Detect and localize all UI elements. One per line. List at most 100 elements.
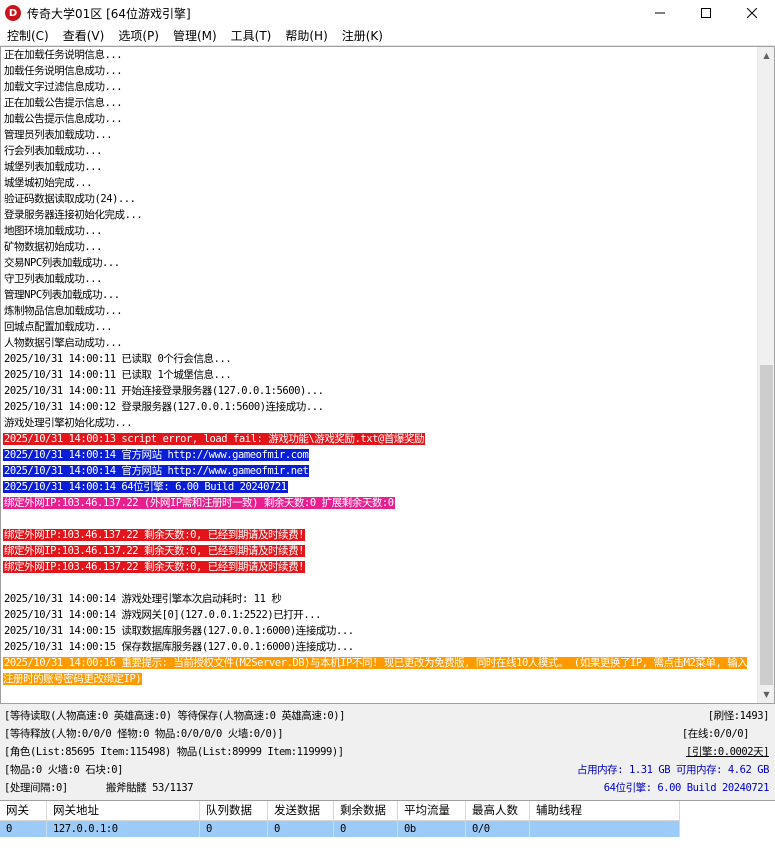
- log-text: 2025/10/31 14:00:14 游戏处理引擎本次启动耗时: 11 秒: [4, 593, 282, 605]
- scroll-up-button[interactable]: ▲: [758, 47, 774, 64]
- log-text: 2025/10/31 14:00:11 开始连接登录服务器(127.0.0.1:…: [4, 385, 324, 397]
- log-text: 登录服务器连接初始化完成...: [4, 209, 143, 221]
- log-line: 交易NPC列表加载成功...: [3, 255, 755, 271]
- menu-help[interactable]: 帮助(H): [278, 26, 334, 46]
- col-aux-thread[interactable]: 辅助线程: [530, 801, 680, 821]
- menu-options[interactable]: 选项(P): [111, 26, 166, 46]
- log-text: 绑定外网IP:103.46.137.22 剩余天数:0, 已经到期请及时续费!: [3, 561, 306, 573]
- maximize-button[interactable]: [683, 0, 729, 26]
- log-line: 守卫列表加载成功...: [3, 271, 755, 287]
- log-panel[interactable]: 正在加载任务说明信息... 加载任务说明信息成功... 加载文字过滤信息成功... 正…: [0, 46, 775, 704]
- log-line: 城堡城初始完成...: [3, 175, 755, 191]
- log-line: 回城点配置加载成功...: [3, 319, 755, 335]
- log-text: 交易NPC列表加载成功...: [4, 257, 120, 269]
- log-line: 2025/10/31 14:00:14 游戏网关[0](127.0.0.1:25…: [3, 607, 755, 623]
- log-line: 2025/10/31 14:00:14 游戏处理引擎本次启动耗时: 11 秒: [3, 591, 755, 607]
- log-line: 加载任务说明信息成功...: [3, 63, 755, 79]
- col-max-users[interactable]: 最高人数: [466, 801, 530, 821]
- log-line: 2025/10/31 14:00:11 开始连接登录服务器(127.0.0.1:…: [3, 383, 755, 399]
- log-text: 加载文字过滤信息成功...: [4, 81, 123, 93]
- col-remaining-data[interactable]: 剩余数据: [334, 801, 398, 821]
- log-line: 2025/10/31 14:00:11 已读取 0个行会信息...: [3, 351, 755, 367]
- log-line: 游戏处理引擎初始化成功...: [3, 415, 755, 431]
- menu-bar: 控制(C) 查看(V) 选项(P) 管理(M) 工具(T) 帮助(H) 注册(K…: [0, 26, 775, 46]
- log-text: 2025/10/31 14:00:14 64位引擎: 6.00 Build 20…: [3, 481, 288, 493]
- status-engine[interactable]: [引擎:0.0002天]: [686, 744, 769, 760]
- col-sent-data[interactable]: 发送数据: [268, 801, 334, 821]
- scroll-thumb[interactable]: [760, 365, 773, 685]
- close-icon: [747, 8, 757, 18]
- log-line: 2025/10/31 14:00:14 官方网站 http://www.game…: [3, 447, 755, 463]
- menu-manage[interactable]: 管理(M): [166, 26, 224, 46]
- log-line: 2025/10/31 14:00:11 已读取 1个城堡信息...: [3, 367, 755, 383]
- log-text: 2025/10/31 14:00:16 重要提示: 当前授权文件(M2Serve…: [3, 657, 748, 685]
- menu-tools[interactable]: 工具(T): [224, 26, 279, 46]
- log-text: 2025/10/31 14:00:12 登录服务器(127.0.0.1:5600…: [4, 401, 324, 413]
- log-text: 矿物数据初始成功...: [4, 241, 103, 253]
- status-wait-release: [等待释放(人物:0/0/0 怪物:0 物品:0/0/0/0 火墙:0/0)]: [4, 728, 284, 740]
- table-cell: 0: [200, 821, 268, 837]
- log-line: 绑定外网IP:103.46.137.22 剩余天数:0, 已经到期请及时续费!: [3, 527, 755, 543]
- log-line: 地图环境加载成功...: [3, 223, 755, 239]
- log-line: 管理员列表加载成功...: [3, 127, 755, 143]
- log-line: 管理NPC列表加载成功...: [3, 287, 755, 303]
- chevron-down-icon: ▼: [763, 690, 770, 699]
- status-lists: [角色(List:85695 Item:115498) 物品(List:8999…: [4, 746, 344, 758]
- log-text: 2025/10/31 14:00:14 官方网站 http://www.game…: [3, 449, 310, 461]
- log-text: 加载任务说明信息成功...: [4, 65, 123, 77]
- log-text: 验证码数据读取成功(24)...: [4, 193, 136, 205]
- status-online: [在线:0/0/0]: [681, 728, 750, 740]
- log-text: 绑定外网IP:103.46.137.22 剩余天数:0, 已经到期请及时续费!: [3, 529, 306, 541]
- log-line: 炼制物品信息加载成功...: [3, 303, 755, 319]
- log-text: 行会列表加载成功...: [4, 145, 103, 157]
- log-text: 加载公告提示信息成功...: [4, 113, 123, 125]
- status-skeleton: 搬斧骷髅 53/1137: [106, 782, 194, 794]
- log-text: 正在加载公告提示信息...: [4, 97, 123, 109]
- status-memory: 占用内存: 1.31 GB 可用内存: 4.62 GB: [577, 764, 769, 776]
- app-logo-icon: D: [5, 5, 21, 21]
- gateway-table: 网关 网关地址 队列数据 发送数据 剩余数据 平均流量 最高人数 辅助线程 0 …: [0, 800, 775, 860]
- status-wait-read: [等待读取(人物高速:0 英雄高速:0) 等待保存(人物高速:0 英雄高速:0)…: [4, 710, 346, 722]
- minimize-button[interactable]: [637, 0, 683, 26]
- log-text: 地图环境加载成功...: [4, 225, 103, 237]
- log-line: 行会列表加载成功...: [3, 143, 755, 159]
- col-gateway[interactable]: 网关: [0, 801, 47, 821]
- window-title: 传奇大学01区 [64位游戏引擎]: [27, 6, 191, 21]
- menu-view[interactable]: 查看(V): [56, 26, 112, 46]
- log-text: 2025/10/31 14:00:11 已读取 1个城堡信息...: [4, 369, 232, 381]
- menu-register[interactable]: 注册(K): [335, 26, 390, 46]
- log-text: 正在加载任务说明信息...: [4, 49, 123, 61]
- log-text: 炼制物品信息加载成功...: [4, 305, 123, 317]
- log-text: 2025/10/31 14:00:13 script error, load f…: [3, 433, 426, 445]
- log-line: 人物数据引擎启动成功...: [3, 335, 755, 351]
- table-cell: 0b: [398, 821, 466, 837]
- log-line: 2025/10/31 14:00:14 64位引擎: 6.00 Build 20…: [3, 479, 755, 495]
- log-text: 绑定外网IP:103.46.137.22 (外网IP需和注册时一致) 剩余天数:…: [3, 497, 395, 509]
- table-row[interactable]: 0 127.0.0.1:0 0 0 0 0b 0/0: [0, 821, 680, 837]
- col-queue-data[interactable]: 队列数据: [200, 801, 268, 821]
- log-text: 城堡列表加载成功...: [4, 161, 103, 173]
- log-line: 加载文字过滤信息成功...: [3, 79, 755, 95]
- vertical-scrollbar[interactable]: ▲ ▼: [757, 47, 774, 703]
- status-items: [物品:0 火墙:0 石块:0]: [4, 764, 124, 776]
- log-text: 城堡城初始完成...: [4, 177, 92, 189]
- col-gateway-address[interactable]: 网关地址: [47, 801, 200, 821]
- log-line: 2025/10/31 14:00:14 官方网站 http://www.game…: [3, 463, 755, 479]
- col-avg-traffic[interactable]: 平均流量: [398, 801, 466, 821]
- log-line: 绑定外网IP:103.46.137.22 剩余天数:0, 已经到期请及时续费!: [3, 559, 755, 575]
- scroll-down-button[interactable]: ▼: [758, 686, 774, 703]
- log-line: 正在加载任务说明信息...: [3, 47, 755, 63]
- table-cell: 0: [334, 821, 398, 837]
- minimize-icon: [655, 12, 665, 14]
- menu-control[interactable]: 控制(C): [0, 26, 56, 46]
- log-text: 守卫列表加载成功...: [4, 273, 103, 285]
- log-text: 2025/10/31 14:00:11 已读取 0个行会信息...: [4, 353, 232, 365]
- log-line: 绑定外网IP:103.46.137.22 (外网IP需和注册时一致) 剩余天数:…: [3, 495, 755, 511]
- table-cell: 0: [268, 821, 334, 837]
- log-lines: 正在加载任务说明信息... 加载任务说明信息成功... 加载文字过滤信息成功... 正…: [3, 47, 755, 687]
- close-button[interactable]: [729, 0, 775, 26]
- table-cell: [530, 821, 680, 837]
- log-line: 登录服务器连接初始化完成...: [3, 207, 755, 223]
